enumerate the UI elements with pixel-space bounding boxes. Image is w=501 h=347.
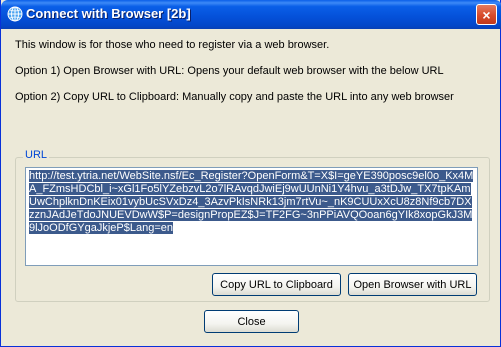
dialog-window: Connect with Browser [2b] × This window … <box>0 0 501 347</box>
window-title: Connect with Browser [2b] <box>26 6 191 21</box>
option1-text: Option 1) Open Browser with URL: Opens y… <box>15 65 444 77</box>
close-icon[interactable]: × <box>476 4 497 25</box>
option2-text: Option 2) Copy URL to Clipboard: Manuall… <box>15 91 454 103</box>
copy-url-button[interactable]: Copy URL to Clipboard <box>212 273 341 296</box>
close-button[interactable]: Close <box>204 310 299 333</box>
intro-text: This window is for those who need to reg… <box>15 39 330 51</box>
title-bar[interactable]: Connect with Browser [2b] × <box>1 0 501 29</box>
url-value: http://test.ytria.net/WebSite.nsf/Ec_Reg… <box>29 170 474 234</box>
open-browser-button[interactable]: Open Browser with URL <box>348 273 477 296</box>
url-textarea[interactable]: http://test.ytria.net/WebSite.nsf/Ec_Reg… <box>25 167 478 266</box>
url-group-label: URL <box>23 149 50 161</box>
globe-icon <box>7 6 23 22</box>
